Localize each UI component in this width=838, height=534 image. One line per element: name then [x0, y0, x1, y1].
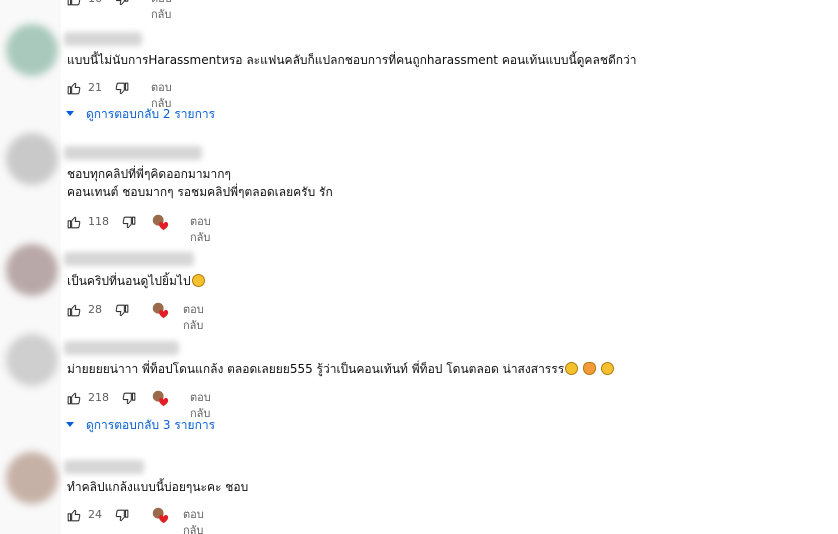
cat-emoji — [582, 362, 596, 375]
comment-line: คอนเทนต์ ชอบมากๆ รอชมคลิปพี่ๆตลอดเลยครับ… — [67, 185, 333, 199]
thumbs-down-icon[interactable] — [122, 216, 136, 230]
reply-button[interactable]: ตอบกลับ — [183, 302, 204, 334]
reply-button[interactable]: ตอบกลับ — [151, 0, 172, 23]
like-count: 24 — [88, 508, 102, 521]
comment-text: แบบนี้ไม่นับการHarassmentหรอ ละแฟนคลับก็… — [67, 51, 637, 69]
comments-page: 16 ตอบกลับ แบบนี้ไม่นับการHarassmentหรอ … — [0, 0, 838, 534]
thumbs-down-icon[interactable] — [122, 392, 136, 406]
view-replies-label: ดูการตอบกลับ 3 รายการ — [86, 418, 216, 432]
like-count: 21 — [88, 81, 102, 94]
chevron-down-icon — [66, 111, 74, 116]
creator-heart-icon — [152, 507, 169, 524]
grin-emoji — [191, 274, 205, 287]
comment-line: ชอบทุกคลิปที่พี่ๆคิดออกมามากๆ — [67, 167, 231, 181]
thumbs-up-icon[interactable] — [67, 391, 81, 405]
username[interactable] — [64, 146, 202, 160]
thumbs-down-icon[interactable] — [115, 0, 129, 7]
comment-line: เป็นคริปที่นอนดูไปยิ้มไป — [67, 274, 191, 288]
comment-text: ม่ายยยยน่าาา พี่ท็อปโดนแกล้ง ตลอดเลยยย55… — [67, 360, 614, 378]
username[interactable] — [64, 341, 179, 355]
thumbs-down-icon[interactable] — [115, 82, 129, 96]
thumbs-up-icon[interactable] — [67, 215, 81, 229]
creator-heart-icon — [152, 390, 169, 407]
creator-heart-icon — [152, 302, 169, 319]
comment-line: แบบนี้ไม่นับการHarassmentหรอ ละแฟนคลับก็… — [67, 53, 637, 67]
comment-text: ชอบทุกคลิปที่พี่ๆคิดออกมามากๆคอนเทนต์ ชอ… — [67, 165, 333, 201]
reply-button[interactable]: ตอบกลับ — [190, 214, 211, 246]
thumbs-up-icon[interactable] — [67, 81, 81, 95]
thumbs-up-icon[interactable] — [67, 303, 81, 317]
thumbs-down-icon[interactable] — [115, 509, 129, 523]
comments-panel — [61, 0, 838, 534]
woozy-emoji — [565, 362, 579, 375]
reply-button[interactable]: ตอบกลับ — [183, 507, 204, 534]
username[interactable] — [64, 32, 142, 46]
smiling-hearts-emoji — [600, 362, 614, 375]
like-count: 118 — [88, 215, 109, 228]
username[interactable] — [64, 460, 144, 474]
view-replies-button[interactable]: ดูการตอบกลับ 2 รายการ — [66, 105, 215, 123]
username[interactable] — [64, 252, 194, 266]
avatar[interactable] — [6, 133, 58, 185]
like-count: 28 — [88, 303, 102, 316]
view-replies-button[interactable]: ดูการตอบกลับ 3 รายการ — [66, 416, 215, 434]
avatar[interactable] — [6, 24, 58, 76]
comment-line: ม่ายยยยน่าาา พี่ท็อปโดนแกล้ง ตลอดเลยยย55… — [67, 362, 565, 376]
like-count: 16 — [88, 0, 102, 7]
creator-heart-icon — [152, 214, 169, 231]
chevron-down-icon — [66, 422, 74, 427]
comment-text: เป็นคริปที่นอนดูไปยิ้มไป — [67, 272, 205, 290]
avatar[interactable] — [6, 334, 58, 386]
comment-text: ทำคลิปแกล้งแบบนี้บ่อยๆนะคะ ชอบ — [67, 478, 248, 496]
thumbs-up-icon[interactable] — [67, 0, 81, 6]
avatar[interactable] — [6, 452, 58, 504]
thumbs-up-icon[interactable] — [67, 508, 81, 522]
like-count: 218 — [88, 391, 109, 404]
comment-line: ทำคลิปแกล้งแบบนี้บ่อยๆนะคะ ชอบ — [67, 480, 249, 494]
avatar[interactable] — [6, 244, 58, 296]
thumbs-down-icon[interactable] — [115, 304, 129, 318]
view-replies-label: ดูการตอบกลับ 2 รายการ — [86, 107, 216, 121]
